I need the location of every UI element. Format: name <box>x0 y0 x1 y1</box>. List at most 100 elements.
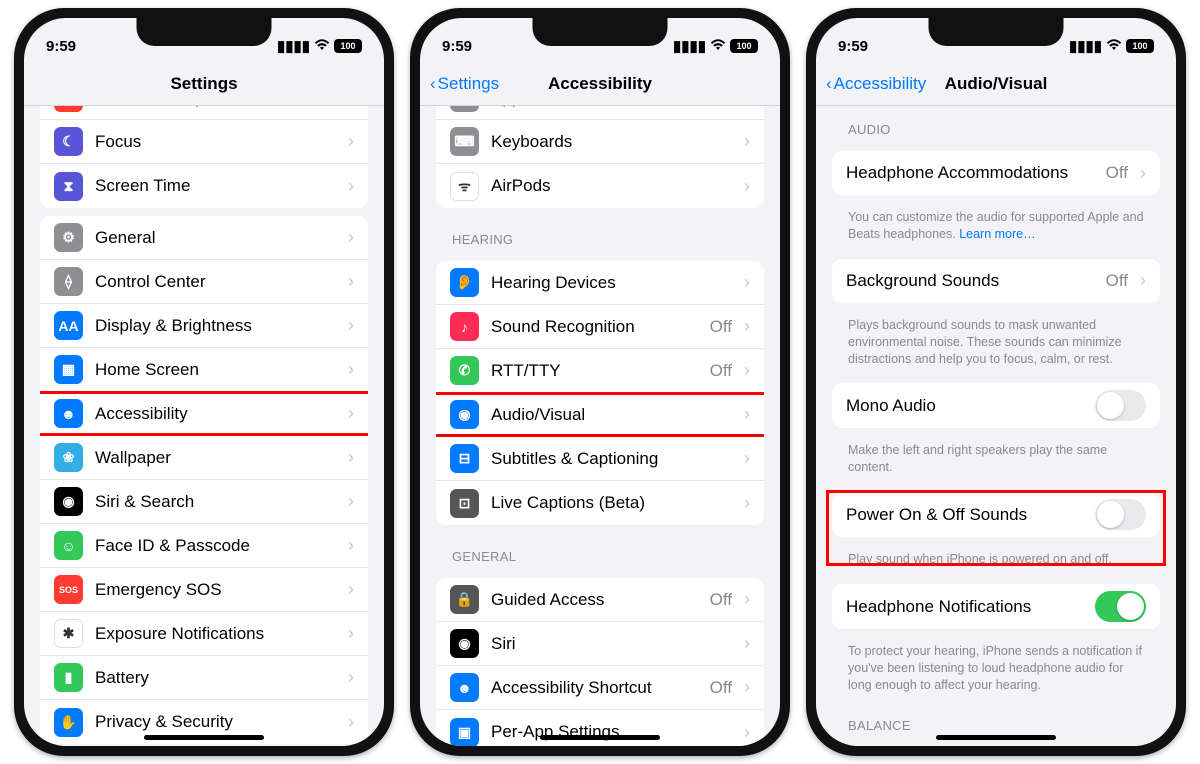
row-siri-search[interactable]: ◉ Siri & Search › <box>40 480 368 524</box>
back-button[interactable]: ‹ Settings <box>430 74 499 94</box>
chevron-left-icon: ‹ <box>826 74 832 94</box>
row-wallpaper[interactable]: ❀Wallpaper› <box>40 436 368 480</box>
general-icon: ⚙ <box>54 223 83 252</box>
chevron-right-icon: › <box>348 271 354 292</box>
settings-list[interactable]: 🔊Sounds & Haptics›☾Focus›⧗Screen Time› ⚙… <box>24 106 384 746</box>
row-guided-access[interactable]: 🔒Guided AccessOff› <box>436 578 764 622</box>
row-keyboards[interactable]: ⌨ Keyboards › <box>436 120 764 164</box>
footer-headphone-notifications: To protect your hearing, iPhone sends a … <box>816 637 1176 702</box>
back-button[interactable]: ‹ Accessibility <box>826 74 926 94</box>
wallpaper-icon: ❀ <box>54 443 83 472</box>
row-label: Headphone Accommodations <box>846 163 1094 183</box>
home-indicator[interactable] <box>936 735 1056 740</box>
row-siri[interactable]: ◉Siri› <box>436 622 764 666</box>
toggle-mono-audio[interactable] <box>1095 390 1146 421</box>
row-control-center[interactable]: ⟠Control Center› <box>40 260 368 304</box>
row-label: Control Center <box>95 272 336 292</box>
row-label: Live Captions (Beta) <box>491 493 732 513</box>
row-label: Apple TV Remote <box>491 106 732 108</box>
chevron-right-icon: › <box>348 131 354 152</box>
chevron-right-icon: › <box>744 106 750 108</box>
toggle-power-sounds[interactable] <box>1095 499 1146 530</box>
airpods-icon: ᯤ <box>450 172 479 201</box>
row-rtt-tty[interactable]: ✆RTT/TTYOff› <box>436 349 764 393</box>
home-indicator[interactable] <box>144 735 264 740</box>
chevron-right-icon: › <box>348 491 354 512</box>
row-label: Mono Audio <box>846 396 1083 416</box>
status-time: 9:59 <box>442 38 472 55</box>
row-label: Emergency SOS <box>95 580 336 600</box>
row-airpods[interactable]: ᯤAirPods› <box>436 164 764 208</box>
chevron-right-icon: › <box>348 359 354 380</box>
footer-headphone-accommodations: You can customize the audio for supporte… <box>816 203 1176 251</box>
nav-bar: Settings <box>24 62 384 106</box>
row-emergency-sos[interactable]: SOSEmergency SOS› <box>40 568 368 612</box>
face-id-passcode-icon: ☺ <box>54 531 83 560</box>
row-live-captions-beta[interactable]: ⊡Live Captions (Beta)› <box>436 481 764 525</box>
subtitles-captioning-icon: ⊟ <box>450 444 479 473</box>
home-indicator[interactable] <box>540 735 660 740</box>
screen-time-icon: ⧗ <box>54 172 83 201</box>
exposure-notifications-icon: ✱ <box>54 619 83 648</box>
row-focus[interactable]: ☾Focus› <box>40 120 368 164</box>
row-accessibility-shortcut[interactable]: ☻Accessibility ShortcutOff› <box>436 666 764 710</box>
row-label: Face ID & Passcode <box>95 536 336 556</box>
status-time: 9:59 <box>46 38 76 55</box>
row-sounds-haptics[interactable]: 🔊Sounds & Haptics› <box>40 106 368 120</box>
siri-search-icon: ◉ <box>54 487 83 516</box>
row-power-on-off-sounds[interactable]: Power On & Off Sounds <box>832 492 1160 537</box>
row-screen-time[interactable]: ⧗Screen Time› <box>40 164 368 208</box>
emergency-sos-icon: SOS <box>54 575 83 604</box>
row-mono-audio[interactable]: Mono Audio <box>832 383 1160 428</box>
row-apple-tv-remote[interactable]: ▭Apple TV Remote› <box>436 106 764 120</box>
chevron-right-icon: › <box>744 404 750 425</box>
row-headphone-accommodations[interactable]: Headphone Accommodations Off › <box>832 151 1160 195</box>
signal-icon: ▮▮▮▮ <box>1069 37 1102 55</box>
toggle-headphone-notifications[interactable] <box>1095 591 1146 622</box>
sound-recognition-icon: ♪ <box>450 312 479 341</box>
row-exposure-notifications[interactable]: ✱Exposure Notifications› <box>40 612 368 656</box>
row-audio-visual[interactable]: ◉Audio/Visual› <box>436 393 764 437</box>
battery-icon: ▮ <box>54 663 83 692</box>
battery-icon: 100 <box>1126 39 1154 53</box>
signal-icon: ▮▮▮▮ <box>277 37 310 55</box>
wifi-icon <box>710 38 726 55</box>
chevron-right-icon: › <box>1140 270 1146 291</box>
row-hearing-devices[interactable]: 👂Hearing Devices› <box>436 261 764 305</box>
chevron-right-icon: › <box>744 633 750 654</box>
row-general[interactable]: ⚙General› <box>40 216 368 260</box>
chevron-right-icon: › <box>744 493 750 514</box>
chevron-right-icon: › <box>744 316 750 337</box>
learn-more-link[interactable]: Learn more… <box>959 227 1035 241</box>
footer-background-sounds: Plays background sounds to mask unwanted… <box>816 311 1176 376</box>
row-sound-recognition[interactable]: ♪Sound RecognitionOff› <box>436 305 764 349</box>
chevron-right-icon: › <box>348 227 354 248</box>
row-label: Accessibility <box>95 404 336 424</box>
row-headphone-notifications[interactable]: Headphone Notifications <box>832 584 1160 629</box>
chevron-right-icon: › <box>744 722 750 743</box>
row-background-sounds[interactable]: Background Sounds Off › <box>832 259 1160 303</box>
row-label: RTT/TTY <box>491 361 698 381</box>
row-accessibility[interactable]: ☻Accessibility› <box>40 392 368 436</box>
row-display-brightness[interactable]: AADisplay & Brightness› <box>40 304 368 348</box>
row-home-screen[interactable]: ▦Home Screen› <box>40 348 368 392</box>
section-header-balance: BALANCE <box>816 702 1176 739</box>
chevron-right-icon: › <box>348 315 354 336</box>
chevron-left-icon: ‹ <box>430 74 436 94</box>
chevron-right-icon: › <box>348 623 354 644</box>
hearing-devices-icon: 👂 <box>450 268 479 297</box>
chevron-right-icon: › <box>744 448 750 469</box>
accessibility-list[interactable]: ▭Apple TV Remote›⌨Keyboards›ᯤAirPods› HE… <box>420 106 780 746</box>
row-value: Off <box>1106 271 1128 291</box>
row-per-app-settings[interactable]: ▣Per-App Settings› <box>436 710 764 746</box>
keyboards-icon: ⌨ <box>450 127 479 156</box>
row-label: Siri & Search <box>95 492 336 512</box>
row-battery[interactable]: ▮Battery› <box>40 656 368 700</box>
row-label: Headphone Notifications <box>846 597 1083 617</box>
row-face-id-passcode[interactable]: ☺Face ID & Passcode› <box>40 524 368 568</box>
notch <box>533 18 668 46</box>
chevron-right-icon: › <box>744 131 750 152</box>
row-label: Keyboards <box>491 132 732 152</box>
audio-visual-list[interactable]: AUDIO Headphone Accommodations Off › You… <box>816 106 1176 746</box>
row-subtitles-captioning[interactable]: ⊟Subtitles & Captioning› <box>436 437 764 481</box>
